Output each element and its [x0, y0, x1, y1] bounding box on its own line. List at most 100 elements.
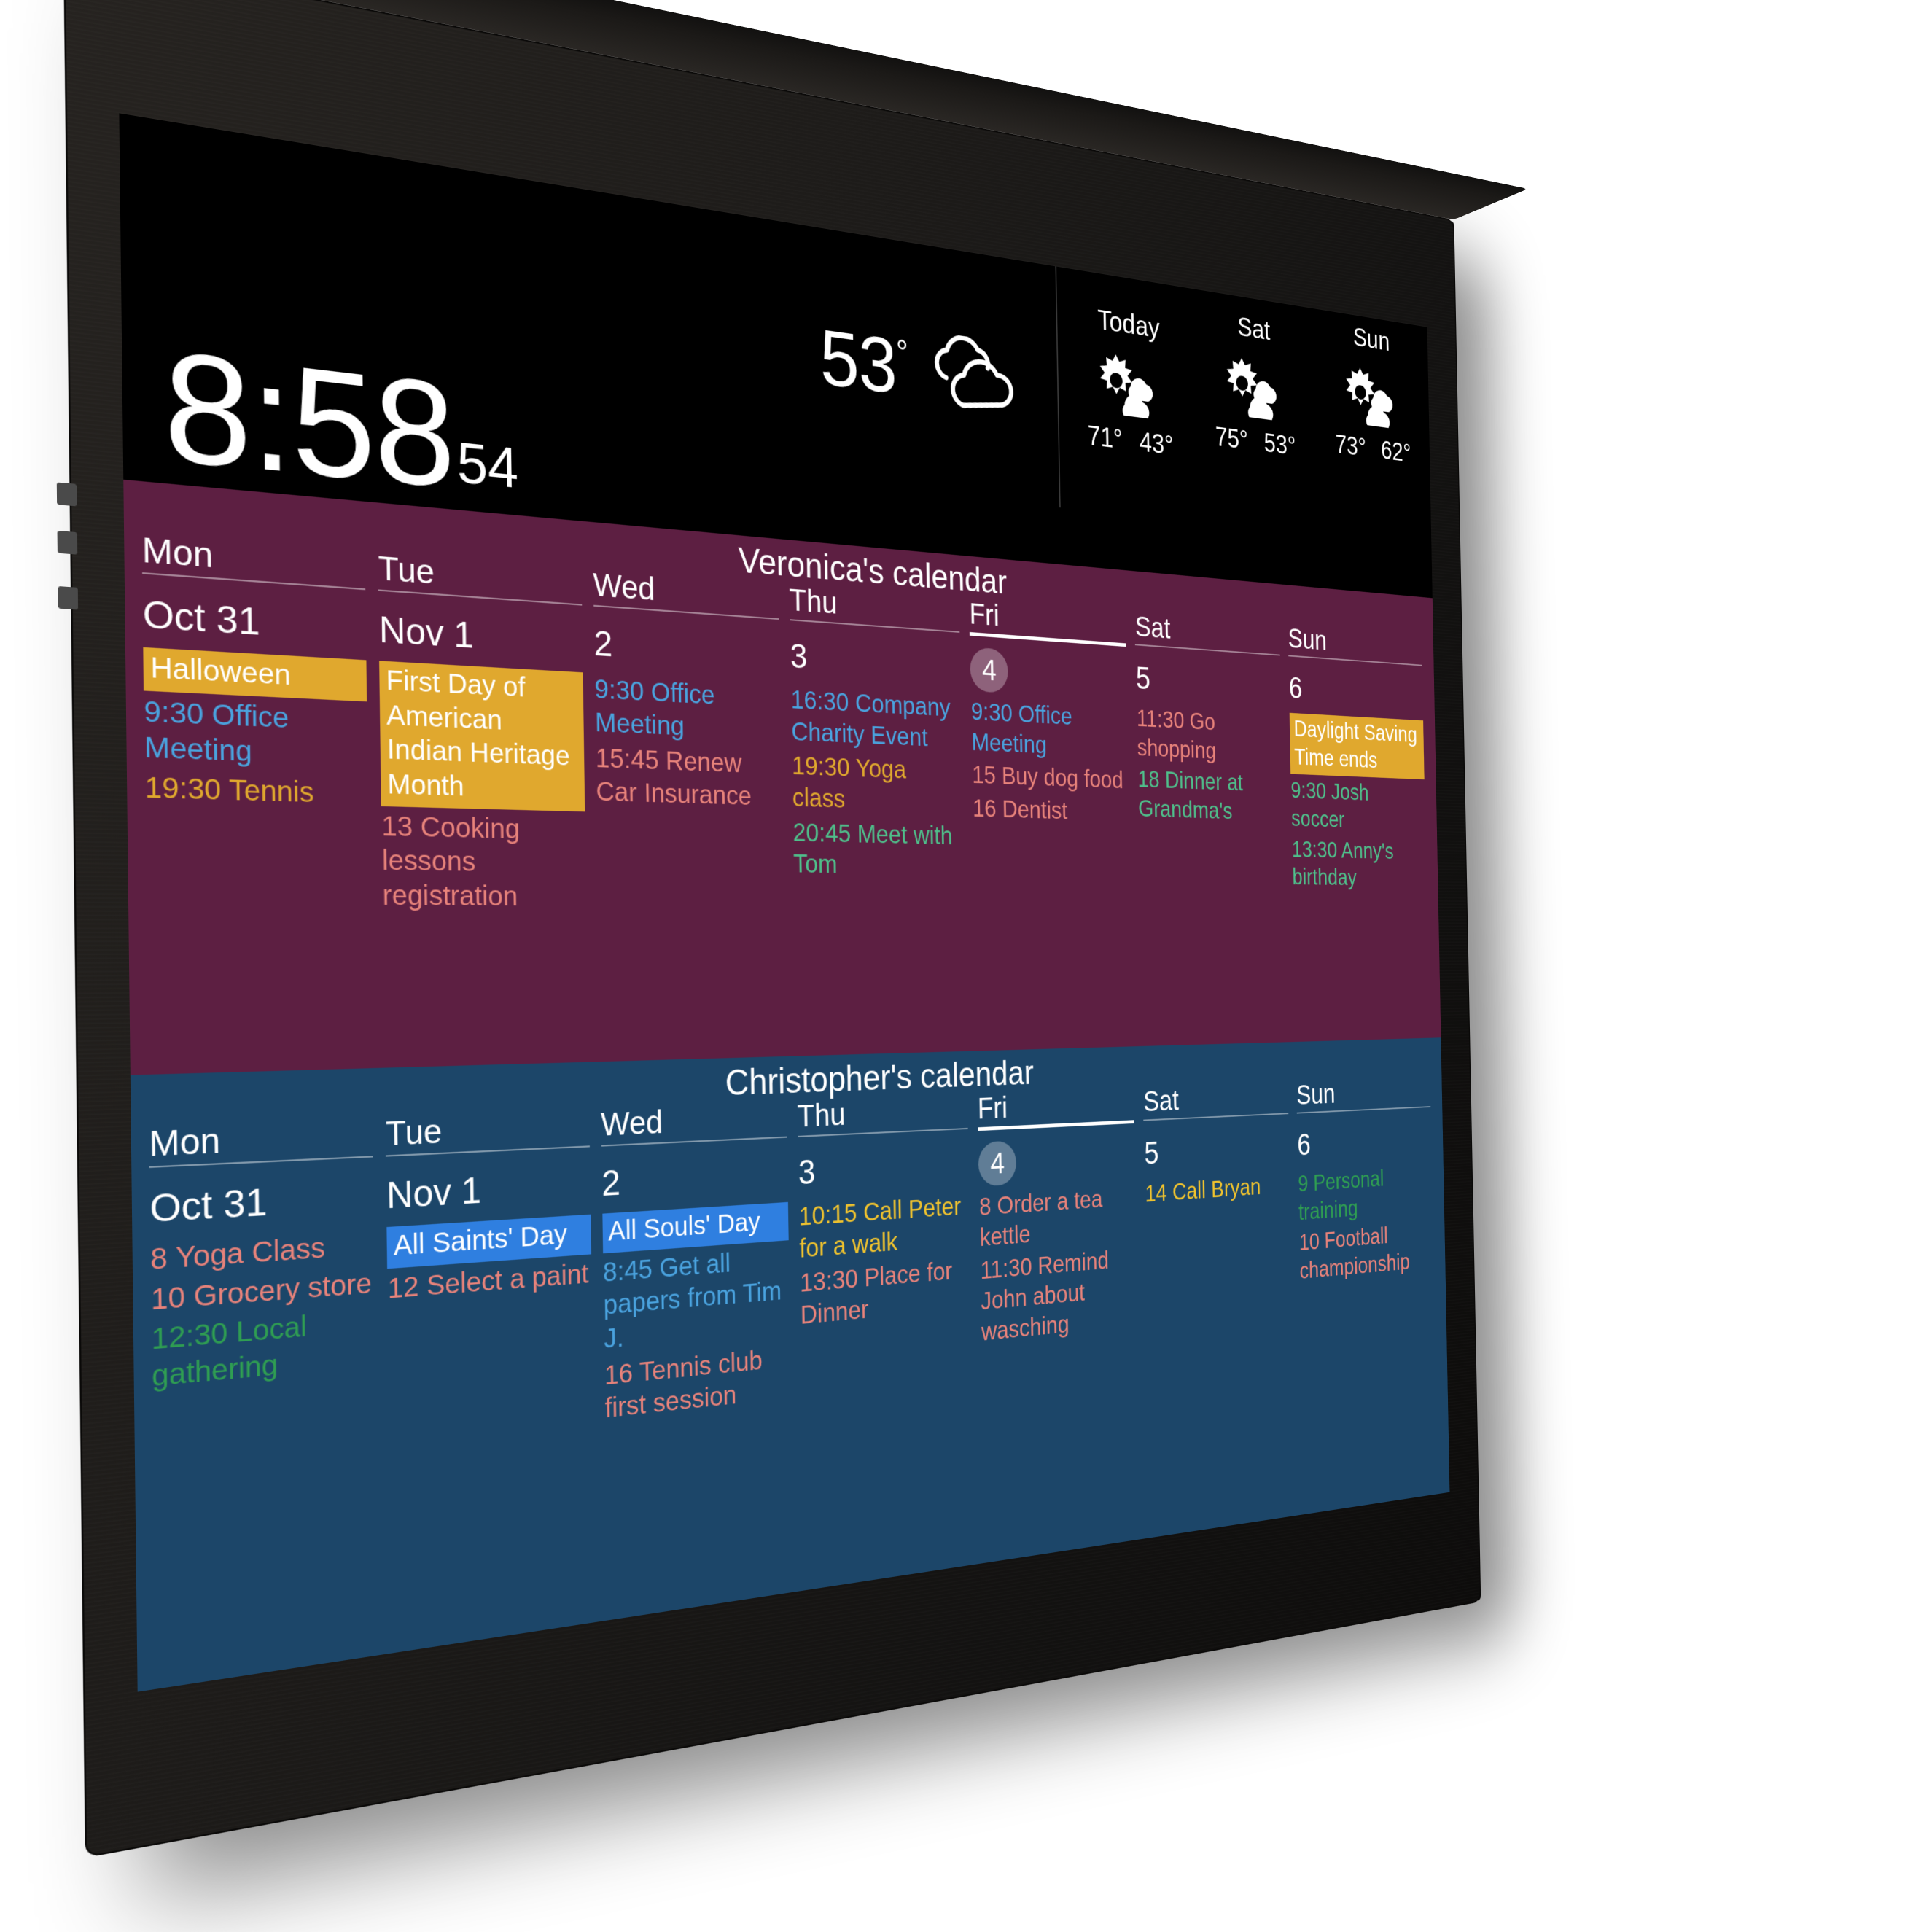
display-frame-3d: 8:5854 53° Today 71° 43° Sat 75° 53° Sun… — [63, 0, 1481, 1858]
calendar-week-grid: Mon Oct 31 8 Yoga Class 10 Grocery store 12:… — [131, 1074, 1447, 1481]
forecast-low: 53° — [1263, 428, 1296, 461]
display-frame: 8:5854 53° Today 71° 43° Sat 75° 53° Sun… — [63, 0, 1481, 1858]
calendar-day-column[interactable]: Wed 2 All Souls' Day 8:45 Get all papers fr… — [596, 1099, 798, 1430]
calendar-event-chip[interactable]: All Souls' Day — [602, 1202, 789, 1253]
partly-cloudy-icon — [1344, 355, 1400, 435]
calendar-event[interactable]: 8 Yoga Class — [150, 1228, 375, 1278]
partly-cloudy-icon — [1226, 345, 1285, 426]
calendar-event[interactable]: 10 Football championship — [1299, 1219, 1434, 1286]
calendar-day-column[interactable]: Thu 3 10:15 Call Peter for a walk 13:30 Pla… — [793, 1091, 978, 1408]
calendar-event[interactable]: 16 Tennis club first session — [604, 1342, 791, 1427]
calendar-event[interactable]: 16:30 Company Charity Event — [790, 685, 962, 755]
forecast-high: 75° — [1215, 422, 1248, 456]
day-number: 3 — [790, 632, 960, 688]
forecast-day-label: Sun — [1353, 322, 1390, 357]
calendar-event[interactable]: 18 Dinner at Grandma's — [1137, 765, 1283, 827]
device-side-button-1[interactable] — [57, 482, 77, 506]
calendar-event[interactable]: 9:30 Office Meeting — [144, 694, 368, 774]
calendar-event[interactable]: 20:45 Meet with Tom — [792, 817, 964, 883]
day-of-week-label: Mon — [149, 1115, 373, 1168]
day-number: 5 — [1144, 1125, 1289, 1175]
day-number: 4 — [970, 647, 1127, 700]
day-number: Oct 31 — [142, 588, 366, 653]
calendar-day-column[interactable]: Tue Nov 1 All Saints' Day 12 Select a paint — [381, 1106, 601, 1453]
forecast-day-1[interactable]: Sat 75° 53° — [1192, 289, 1317, 534]
display-screen: 8:5854 53° Today 71° 43° Sat 75° 53° Sun… — [119, 113, 1449, 1691]
calendar-day-column[interactable]: Sat 5 14 Call Bryan — [1140, 1080, 1298, 1371]
day-of-week-label: Sun — [1296, 1074, 1431, 1113]
calendar-day-column[interactable]: Thu 3 16:30 Company Charity Event 19:30 Yog… — [785, 582, 971, 919]
calendar-event[interactable]: 13:30 Place for Dinner — [800, 1255, 971, 1332]
calendar-event[interactable]: 11:30 Go shopping — [1137, 704, 1282, 768]
calendar-event[interactable]: 9:30 Josh soccer — [1290, 776, 1425, 836]
current-weather[interactable]: 53° — [819, 316, 1017, 422]
calendar-event[interactable]: 13:30 Anny's birthday — [1292, 835, 1427, 893]
calendar-event[interactable]: 12 Select a paint — [387, 1257, 591, 1306]
calendar-event[interactable]: 8 Order a tea kettle — [979, 1183, 1137, 1253]
calendar-event[interactable]: 14 Call Bryan — [1145, 1171, 1290, 1210]
calendar-event-chip[interactable]: Daylight Saving Time ends — [1289, 713, 1424, 780]
calendar-day-column[interactable]: Mon Oct 31 8 Yoga Class 10 Grocery store 12:… — [144, 1115, 385, 1480]
current-temperature: 53° — [819, 317, 908, 408]
calendar-event[interactable]: 16 Dentist — [973, 793, 1129, 827]
calendar-day-column[interactable]: Sun 6 Daylight Saving Time ends 9:30 Josh s… — [1285, 622, 1432, 920]
status-bar: 8:5854 53° Today 71° 43° Sat 75° 53° Sun… — [119, 113, 1432, 598]
calendar-day-column[interactable]: Fri 4 8 Order a tea kettle 11:30 Remind Joh… — [973, 1086, 1145, 1389]
calendar-christopher: Christopher's calendar Mon Oct 31 8 Yoga C… — [131, 1037, 1450, 1691]
day-of-week-label: Wed — [593, 566, 779, 620]
calendar-event[interactable]: 9:30 Office Meeting — [970, 697, 1128, 764]
calendar-event[interactable]: 15:45 Renew Car Insurance — [596, 742, 782, 814]
calendar-event[interactable]: 12:30 Local gathering — [151, 1304, 375, 1395]
forecast-low: 43° — [1139, 427, 1173, 461]
calendar-event[interactable]: 19:30 Tennis — [144, 770, 368, 812]
device-side-button-3[interactable] — [58, 586, 78, 610]
cloudy-icon — [924, 330, 1017, 422]
forecast-day-0[interactable]: Today 71° 43° — [1062, 268, 1196, 522]
device-side-button-2[interactable] — [58, 531, 78, 555]
day-number: Oct 31 — [149, 1170, 374, 1234]
calendar-event[interactable]: 9 Personal training — [1298, 1162, 1433, 1227]
calendar-event-chip[interactable]: All Saints' Day — [387, 1215, 591, 1269]
day-of-week-label: Thu — [797, 1092, 967, 1137]
calendar-day-column[interactable]: Fri 4 9:30 Office Meeting 15 Buy dog food 16… — [965, 596, 1137, 919]
calendar-event-chip[interactable]: Halloween — [143, 647, 367, 701]
calendar-event[interactable]: 11:30 Remind John about wasching — [980, 1244, 1138, 1348]
day-number: 5 — [1135, 656, 1280, 707]
day-number: 2 — [593, 619, 779, 678]
day-of-week-label: Mon — [141, 530, 365, 591]
day-of-week-label: Fri — [977, 1086, 1134, 1131]
forecast-temps: 73° 62° — [1335, 430, 1411, 469]
forecast-temps: 75° 53° — [1215, 422, 1296, 462]
clock-seconds: 54 — [456, 432, 518, 501]
partly-cloudy-icon — [1099, 341, 1161, 426]
forecast-high: 73° — [1335, 430, 1366, 463]
calendar-event[interactable]: 8:45 Get all papers from Tim J. — [603, 1243, 790, 1356]
weather-forecast: Today 71° 43° Sat 75° 53° Sun 73° 62° — [1055, 266, 1431, 546]
calendar-day-column[interactable]: Sun 6 9 Personal training 10 Football champ… — [1293, 1074, 1440, 1353]
calendar-event-chip[interactable]: First Day of American Indian Heritage Mo… — [379, 661, 584, 811]
day-number: Nov 1 — [378, 604, 583, 666]
forecast-temps: 71° 43° — [1087, 421, 1173, 461]
day-number: 3 — [798, 1141, 969, 1196]
calendar-event[interactable]: 10:15 Call Peter for a walk — [799, 1191, 970, 1265]
forecast-day-label: Today — [1097, 303, 1160, 345]
calendar-day-column[interactable]: Mon Oct 31 Halloween 9:30 Office Meeting 19:… — [136, 529, 378, 917]
calendar-day-column[interactable]: Sat 5 11:30 Go shopping 18 Dinner at Grandm… — [1131, 609, 1290, 919]
day-number: 6 — [1297, 1118, 1432, 1165]
forecast-day-2[interactable]: Sun 73° 62° — [1313, 308, 1431, 546]
forecast-high: 71° — [1087, 421, 1122, 456]
today-highlight-pill: 4 — [978, 1140, 1017, 1186]
calendar-event[interactable]: 9:30 Office Meeting — [594, 673, 781, 747]
calendar-day-column[interactable]: Wed 2 9:30 Office Meeting 15:45 Renew Car I… — [588, 566, 790, 918]
day-number: 4 — [978, 1134, 1136, 1187]
calendar-event[interactable]: 15 Buy dog food — [972, 760, 1129, 796]
screenshot-stage: 8:5854 53° Today 71° 43° Sat 75° 53° Sun… — [0, 0, 1932, 1932]
calendar-event[interactable]: 19:30 Yoga class — [792, 751, 963, 819]
calendar-event[interactable]: 13 Cooking lessons registration — [381, 809, 586, 914]
forecast-low: 62° — [1381, 436, 1411, 469]
day-number: 2 — [601, 1150, 788, 1207]
calendar-day-column[interactable]: Tue Nov 1 First Day of American Indian Her… — [373, 548, 593, 917]
clock-time: 8:58 — [162, 319, 454, 519]
calendar-event[interactable]: 10 Grocery store — [151, 1266, 375, 1319]
day-of-week-label: Tue — [378, 549, 581, 606]
